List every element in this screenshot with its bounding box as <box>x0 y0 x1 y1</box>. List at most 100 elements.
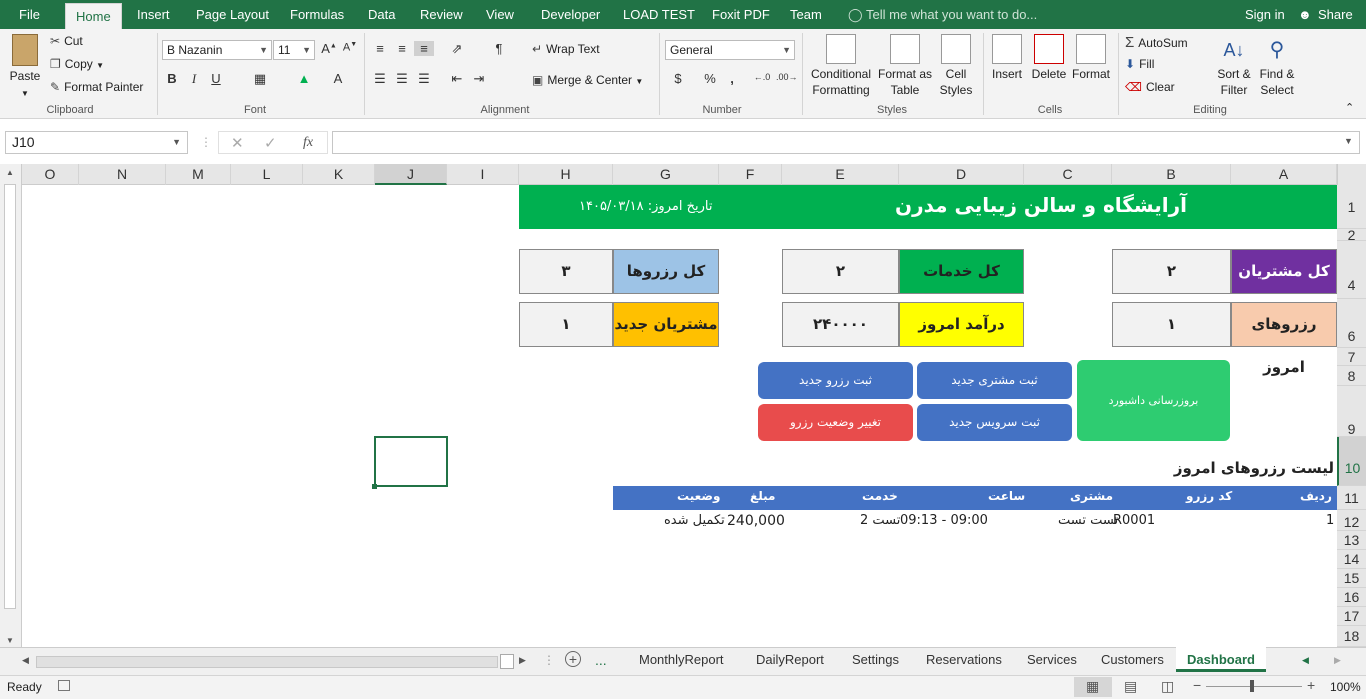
cancel-icon[interactable]: ✕ <box>231 134 244 152</box>
scroll-down-icon[interactable]: ▼ <box>6 636 14 645</box>
align-middle-icon[interactable]: ≡ <box>392 41 412 56</box>
row-header-13[interactable]: 13 <box>1337 531 1366 550</box>
tab-home[interactable]: Home <box>65 3 122 29</box>
row-header-12[interactable]: 12 <box>1337 510 1366 531</box>
refresh-dashboard-button[interactable]: بروزرسانی داشبورد <box>1077 360 1230 441</box>
tab-view[interactable]: View <box>486 0 514 29</box>
bold-button[interactable]: B <box>162 71 182 86</box>
row-header-8[interactable]: 8 <box>1337 366 1366 386</box>
formula-input[interactable] <box>332 131 1360 154</box>
format-as-table-button[interactable]: Format as Table <box>876 34 934 98</box>
col-header-h[interactable]: H <box>519 164 613 185</box>
grow-font-icon[interactable]: A▲ <box>319 41 339 56</box>
sheet-tab-reservations[interactable]: Reservations <box>926 652 1002 667</box>
row-header-7[interactable]: 7 <box>1337 348 1366 366</box>
col-header-a[interactable]: A <box>1231 164 1337 185</box>
sheet-tab-dashboard[interactable]: Dashboard <box>1176 647 1266 672</box>
row-header-2[interactable]: 2 <box>1337 228 1366 242</box>
col-header-g[interactable]: G <box>613 164 719 185</box>
col-header-j[interactable]: J <box>375 164 447 185</box>
align-left-icon[interactable]: ☰ <box>370 71 390 87</box>
tell-me-box[interactable]: Tell me what you want to do... <box>866 0 1037 29</box>
align-right-icon[interactable]: ☰ <box>414 71 434 87</box>
tab-review[interactable]: Review <box>420 0 463 29</box>
add-sheet-icon[interactable]: + <box>565 651 581 667</box>
row-header-11[interactable]: 11 <box>1337 486 1366 510</box>
underline-button[interactable]: U <box>206 71 226 86</box>
check-icon[interactable]: ✓ <box>264 134 277 152</box>
merge-center-button[interactable]: ▣ Merge & Center ▼ <box>532 73 643 87</box>
font-name-combo[interactable]: B Nazanin ▼ <box>162 40 272 60</box>
currency-button[interactable]: $ <box>668 71 688 86</box>
row-header-17[interactable]: 17 <box>1337 607 1366 626</box>
row-header-6[interactable]: 6 <box>1337 299 1366 348</box>
select-all-corner[interactable] <box>1337 164 1366 185</box>
col-header-n[interactable]: N <box>79 164 166 185</box>
row-header-9[interactable]: 9 <box>1337 386 1366 437</box>
tab-formulas[interactable]: Formulas <box>290 0 344 29</box>
col-header-i[interactable]: I <box>447 164 519 185</box>
sheet-tab-settings[interactable]: Settings <box>852 652 899 667</box>
fill-button[interactable]: ⬇ Fill <box>1125 57 1154 71</box>
name-box[interactable]: J10 ▼ <box>5 131 188 154</box>
increase-decimal-icon[interactable]: ←.0 <box>752 72 772 82</box>
share-button[interactable]: Share <box>1318 0 1353 29</box>
decrease-decimal-icon[interactable]: .00→ <box>776 72 798 82</box>
increase-indent-icon[interactable]: ⇥ <box>469 71 489 87</box>
tab-developer[interactable]: Developer <box>541 0 600 29</box>
tab-page-layout[interactable]: Page Layout <box>196 0 269 29</box>
orientation-icon[interactable]: ⇗ <box>447 41 467 57</box>
col-header-k[interactable]: K <box>303 164 375 185</box>
sheet-tab-services[interactable]: Services <box>1027 652 1077 667</box>
sort-filter-button[interactable]: A↓ Sort & Filter <box>1212 34 1256 98</box>
tab-load-test[interactable]: LOAD TEST <box>623 0 695 29</box>
cell-styles-button[interactable]: Cell Styles <box>936 34 976 98</box>
borders-icon[interactable]: ▦ <box>250 71 270 87</box>
sign-in-link[interactable]: Sign in <box>1245 0 1285 29</box>
format-painter-button[interactable]: ✎ Format Painter <box>50 80 143 94</box>
sheet-tab-customers[interactable]: Customers <box>1101 652 1164 667</box>
vertical-scrollbar[interactable]: ▲ ▼ <box>0 164 22 648</box>
paragraph-icon[interactable]: ¶ <box>489 41 509 56</box>
row-header-10[interactable]: 10 <box>1337 437 1366 486</box>
insert-cells-button[interactable]: Insert <box>988 34 1026 82</box>
tab-team[interactable]: Team <box>790 0 822 29</box>
delete-cells-button[interactable]: Delete <box>1030 34 1068 82</box>
align-top-icon[interactable]: ≡ <box>370 41 390 56</box>
page-layout-view-icon[interactable]: ▤ <box>1124 678 1137 695</box>
format-cells-button[interactable]: Format <box>1070 34 1112 82</box>
tab-file[interactable]: File <box>19 0 40 29</box>
wrap-text-button[interactable]: ↵ Wrap Text <box>532 42 600 56</box>
align-bottom-icon[interactable]: ≡ <box>414 41 434 56</box>
tab-data[interactable]: Data <box>368 0 395 29</box>
autosum-button[interactable]: Σ AutoSum <box>1125 34 1188 51</box>
page-break-view-icon[interactable]: ◫ <box>1161 678 1174 695</box>
more-sheets-icon[interactable]: ... <box>595 652 607 668</box>
expand-formula-icon[interactable]: ▼ <box>1344 136 1353 146</box>
row-header-16[interactable]: 16 <box>1337 588 1366 607</box>
scroll-right-icon[interactable]: ▶ <box>519 655 526 666</box>
comma-button[interactable]: , <box>722 71 742 86</box>
new-service-button[interactable]: ثبت سرویس جدید <box>917 404 1072 441</box>
collapse-ribbon-icon[interactable]: ⌃ <box>1345 101 1354 114</box>
row-header-15[interactable]: 15 <box>1337 569 1366 588</box>
decrease-indent-icon[interactable]: ⇤ <box>447 71 467 87</box>
zoom-slider-thumb[interactable] <box>1250 680 1254 692</box>
prev-sheet-icon[interactable]: ◀ <box>1302 655 1309 666</box>
conditional-formatting-button[interactable]: Conditional Formatting <box>807 34 875 98</box>
sheet-tab-monthly-report[interactable]: MonthlyReport <box>639 652 724 667</box>
zoom-slider-track[interactable] <box>1206 686 1302 687</box>
next-sheet-icon[interactable]: ▶ <box>1334 655 1341 666</box>
normal-view-button[interactable]: ▦ <box>1074 677 1112 697</box>
tab-insert[interactable]: Insert <box>137 0 170 29</box>
scroll-up-icon[interactable]: ▲ <box>6 168 14 177</box>
cut-button[interactable]: ✂ Cut <box>50 34 83 48</box>
col-header-c[interactable]: C <box>1024 164 1112 185</box>
macro-record-icon[interactable] <box>58 680 70 691</box>
align-center-icon[interactable]: ☰ <box>392 71 412 87</box>
col-header-l[interactable]: L <box>231 164 303 185</box>
change-status-button[interactable]: تغییر وضعیت رزرو <box>758 404 913 441</box>
horizontal-scrollbar[interactable] <box>36 656 498 668</box>
zoom-level[interactable]: 100% <box>1330 680 1361 694</box>
zoom-in-icon[interactable]: + <box>1307 677 1315 693</box>
